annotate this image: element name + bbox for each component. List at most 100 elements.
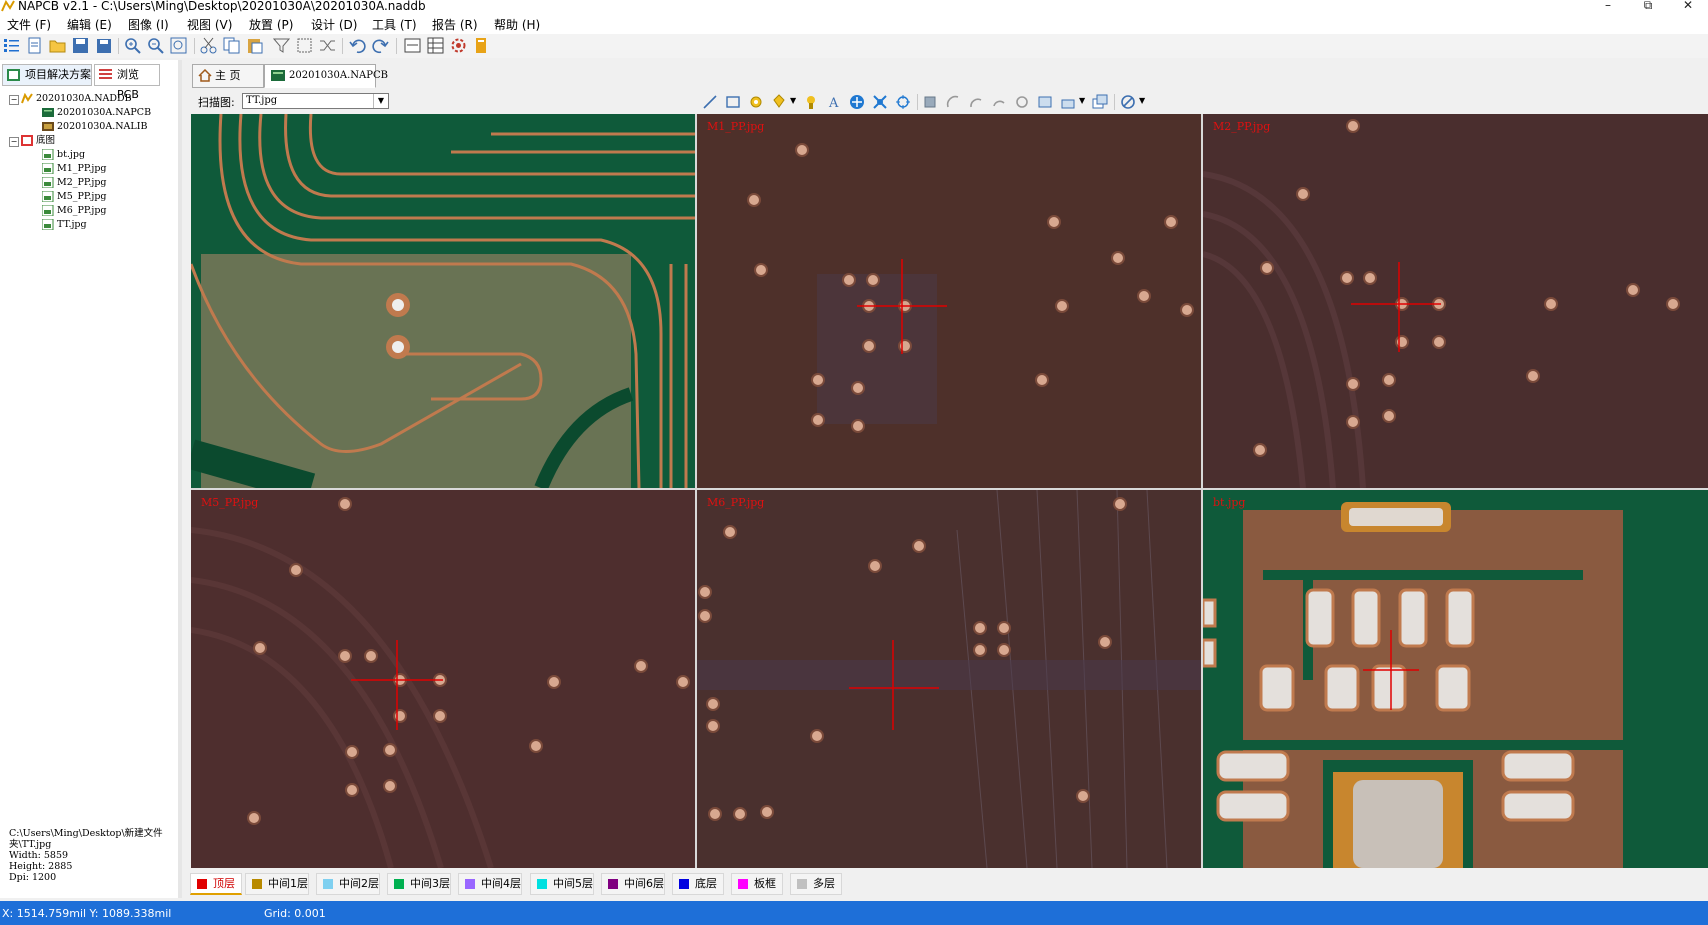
menu-view[interactable]: 视图 (V): [187, 16, 232, 33]
layer-tab-inner5[interactable]: 中间5层: [530, 873, 594, 895]
text-tool-icon[interactable]: A: [826, 94, 842, 110]
library-file-icon: [42, 122, 54, 131]
pcb-tab-icon: [271, 70, 285, 81]
target-tool-icon[interactable]: [895, 94, 911, 110]
tree-item-image[interactable]: TT.jpg: [42, 218, 87, 232]
layer-tab-bottom[interactable]: 底层: [672, 873, 724, 895]
list-icon[interactable]: [3, 37, 20, 54]
minimize-button[interactable]: –: [1588, 0, 1628, 14]
scan-pane-m2[interactable]: M2_PP.jpg: [1203, 114, 1708, 488]
no-entry-dropdown-icon[interactable]: ▼: [1139, 96, 1145, 105]
tab-napcb[interactable]: 20201030A.NAPCB: [264, 64, 388, 88]
status-grid: Grid: 0.001: [264, 907, 326, 920]
open-icon[interactable]: [49, 37, 66, 54]
copy-region-icon[interactable]: [1092, 94, 1108, 110]
image-file-icon: [42, 163, 54, 174]
window-title: NAPCB v2.1 - C:\Users\Ming\Desktop\20201…: [18, 0, 426, 13]
copy-icon[interactable]: [223, 37, 240, 54]
book-icon[interactable]: [473, 37, 490, 54]
tab-project-solution[interactable]: 项目解决方案: [2, 64, 92, 86]
filter-icon[interactable]: [273, 37, 290, 54]
zoom-fit-icon[interactable]: [170, 37, 187, 54]
menu-file[interactable]: 文件 (F): [7, 16, 51, 33]
crosshair-tool-icon[interactable]: [849, 94, 865, 110]
tab-home-label: 主 页: [215, 69, 241, 82]
layer-tab-top[interactable]: 顶层: [190, 873, 242, 895]
table-icon[interactable]: [427, 37, 444, 54]
menu-report[interactable]: 报告 (R): [432, 16, 478, 33]
collapse-images-toggle[interactable]: −: [9, 137, 19, 147]
layer-icon[interactable]: [404, 37, 421, 54]
menu-design[interactable]: 设计 (D): [311, 16, 357, 33]
save-icon[interactable]: [72, 37, 89, 54]
file-info-width: Width: 5859: [9, 850, 69, 861]
new-icon[interactable]: [26, 37, 43, 54]
tab-home[interactable]: 主 页: [192, 64, 264, 88]
zoom-in-icon[interactable]: [124, 37, 141, 54]
layer-tab-inner3[interactable]: 中间3层: [387, 873, 451, 895]
menu-edit[interactable]: 编辑 (E): [67, 16, 112, 33]
redo-icon[interactable]: [372, 37, 389, 54]
pad-tool-icon[interactable]: [748, 94, 764, 110]
tree-item-image[interactable]: bt.jpg: [42, 148, 85, 162]
tree-item-image[interactable]: M2_PP.jpg: [42, 176, 107, 190]
menu-help[interactable]: 帮助 (H): [494, 16, 540, 33]
tree-item-images-folder[interactable]: 底图: [21, 134, 55, 148]
square-pad-icon[interactable]: [922, 94, 938, 110]
polygon-tool-icon[interactable]: [1060, 94, 1076, 110]
layer-tab-inner6[interactable]: 中间6层: [601, 873, 665, 895]
menu-place[interactable]: 放置 (P): [249, 16, 293, 33]
tree-item-naddb[interactable]: 20201030A.NADDB: [21, 92, 132, 106]
menu-bar: 文件 (F) 编辑 (E) 图像 (I) 视图 (V) 放置 (P) 设计 (D…: [0, 14, 1708, 34]
maximize-button[interactable]: ⧉: [1628, 0, 1668, 14]
paste-icon[interactable]: [246, 37, 263, 54]
browse-icon: [99, 69, 112, 79]
undo-icon[interactable]: [349, 37, 366, 54]
image-file-icon: [42, 191, 54, 202]
line-tool-icon[interactable]: [702, 94, 718, 110]
scan-image-select[interactable]: TT.jpg ▼: [242, 93, 389, 109]
layer-tab-inner4[interactable]: 中间4层: [458, 873, 522, 895]
fill-tool-icon[interactable]: [771, 94, 787, 110]
collapse-root-toggle[interactable]: −: [9, 95, 19, 105]
select-icon[interactable]: [296, 37, 313, 54]
layer-tab-inner2[interactable]: 中间2层: [316, 873, 380, 895]
scan-pane-tt[interactable]: [191, 114, 695, 488]
save-all-icon[interactable]: [95, 37, 112, 54]
fill-dropdown-icon[interactable]: ▼: [790, 96, 796, 105]
layer-tab-inner1[interactable]: 中间1层: [245, 873, 309, 895]
arc-tool-3-icon[interactable]: [991, 94, 1007, 110]
tree-item-nalib[interactable]: 20201030A.NALIB: [42, 120, 147, 134]
image-file-icon: [42, 205, 54, 216]
rect-tool-icon[interactable]: [725, 94, 741, 110]
tab-browse-pcb[interactable]: 浏览 PCB: [94, 64, 160, 101]
tree-item-napcb[interactable]: 20201030A.NAPCB: [42, 106, 151, 120]
tree-item-image[interactable]: M5_PP.jpg: [42, 190, 107, 204]
menu-tools[interactable]: 工具 (T): [372, 16, 417, 33]
polygon-dropdown-icon[interactable]: ▼: [1079, 96, 1085, 105]
layer-tab-multi[interactable]: 多层: [790, 873, 842, 895]
layer-tab-board-outline[interactable]: 板框: [731, 873, 783, 895]
scan-pane-m1[interactable]: M1_PP.jpg: [697, 114, 1201, 488]
circle-tool-icon[interactable]: [1014, 94, 1030, 110]
close-button[interactable]: ✕: [1668, 0, 1708, 14]
scan-pane-bt[interactable]: bt.jpg: [1203, 490, 1708, 868]
arc-tool-1-icon[interactable]: [945, 94, 961, 110]
region-tool-icon[interactable]: [1037, 94, 1053, 110]
scan-pane-m6[interactable]: M6_PP.jpg: [697, 490, 1201, 868]
cut-icon[interactable]: [200, 37, 217, 54]
scan-toolbar: 扫描图: TT.jpg ▼ ▼ A ▼ ▼: [186, 90, 1708, 112]
image-file-icon: [42, 219, 54, 230]
via-tool-icon[interactable]: [803, 94, 819, 110]
arc-tool-2-icon[interactable]: [968, 94, 984, 110]
tree-item-image[interactable]: M1_PP.jpg: [42, 162, 107, 176]
layer-color-swatch: [738, 879, 748, 889]
component-tool-icon[interactable]: [872, 94, 888, 110]
tree-item-image[interactable]: M6_PP.jpg: [42, 204, 107, 218]
no-entry-tool-icon[interactable]: [1120, 94, 1136, 110]
shuffle-icon[interactable]: [319, 37, 336, 54]
menu-image[interactable]: 图像 (I): [128, 16, 169, 33]
zoom-out-icon[interactable]: [147, 37, 164, 54]
settings-icon[interactable]: [450, 37, 467, 54]
scan-pane-m5[interactable]: M5_PP.jpg: [191, 490, 695, 868]
